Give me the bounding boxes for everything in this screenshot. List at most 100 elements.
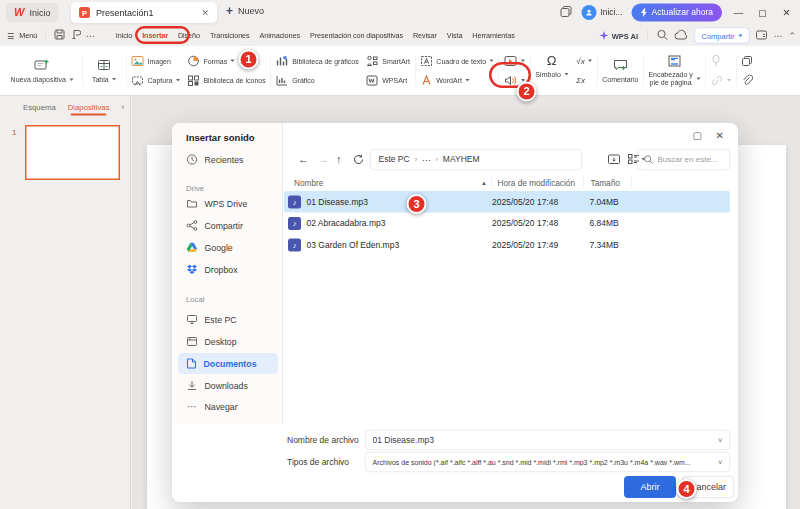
file-row-abracadabra[interactable]: ♪02 Abracadabra.mp3 2025/05/20 17:48 6.8…: [284, 213, 730, 235]
chart-library-button[interactable]: Biblioteca de gráficos: [276, 53, 359, 68]
menu-inicio[interactable]: Inicio: [116, 32, 132, 40]
sidebar-dropbox[interactable]: Dropbox: [178, 259, 278, 280]
link-button[interactable]: [710, 73, 731, 88]
breadcrumb-separator: ›: [436, 156, 438, 164]
mp3-file-icon: ♪: [288, 217, 301, 230]
table-button[interactable]: Tabla: [92, 58, 116, 83]
sidebar-compartir[interactable]: Compartir: [178, 215, 278, 236]
menu-herramientas[interactable]: Herramientas: [472, 32, 514, 40]
breadcrumb[interactable]: Este PC › ⋯ › MAYHEM: [370, 149, 582, 170]
more-icon[interactable]: ⋯: [86, 30, 95, 41]
breadcrumb-ellipsis[interactable]: ⋯: [422, 154, 431, 165]
refresh-icon[interactable]: [353, 154, 364, 168]
column-modificacion[interactable]: Hora de modificación: [492, 178, 584, 188]
wpsart-button[interactable]: WPSArt: [366, 73, 410, 88]
column-nombre[interactable]: Nombre: [294, 178, 481, 188]
copy-button[interactable]: [741, 53, 754, 68]
menu-vista[interactable]: Vista: [447, 32, 462, 40]
breadcrumb-este-pc[interactable]: Este PC: [379, 155, 410, 165]
text-box-button[interactable]: Cuadro de texto: [420, 53, 494, 68]
up-icon[interactable]: ↑: [336, 153, 342, 166]
google-drive-icon: [186, 242, 198, 253]
chevron-down-icon: ˅: [718, 436, 722, 445]
hamburger-menu-icon[interactable]: ☰: [7, 31, 14, 41]
file-name-label: Nombre de archivo: [287, 435, 359, 445]
table-label: Tabla: [92, 75, 109, 83]
sidebar-downloads[interactable]: Downloads: [178, 375, 278, 396]
attachment-button[interactable]: [741, 73, 754, 88]
wpsart-icon: [366, 74, 379, 86]
menu-button[interactable]: Menú: [19, 32, 37, 40]
close-button[interactable]: ✕: [779, 7, 794, 19]
icon-library-button[interactable]: Biblioteca de iconos: [187, 73, 266, 88]
menu-presentacion[interactable]: Presentación con diapositivas: [310, 32, 403, 40]
titlebar: W Inicio P Presentación1 ✕ + Nuevo Inici…: [0, 0, 800, 25]
menu-transiciones[interactable]: Transiciones: [210, 32, 250, 40]
sidebar-google[interactable]: Google: [178, 237, 278, 258]
menu-animaciones[interactable]: Animaciones: [260, 32, 300, 40]
equation-sigma-button[interactable]: Σx: [576, 73, 592, 88]
sidebar-documentos[interactable]: Documentos: [178, 353, 278, 374]
search-input[interactable]: Buscar en este...: [637, 149, 730, 170]
sidebar-recientes[interactable]: Recientes: [178, 149, 278, 170]
update-now-label: Actualizar ahora: [652, 8, 713, 18]
forward-icon[interactable]: →: [318, 153, 329, 166]
sidebar-downloads-label: Downloads: [205, 380, 248, 391]
save-icon[interactable]: [54, 29, 65, 43]
wps-ai-button[interactable]: WPS AI: [599, 31, 638, 41]
document-tab[interactable]: P Presentación1 ✕: [71, 2, 217, 23]
sidebar-wps-drive[interactable]: WPS Drive: [178, 193, 278, 214]
copy-icon: [741, 55, 754, 67]
wordart-button[interactable]: WordArt: [420, 73, 494, 88]
back-icon[interactable]: ←: [298, 153, 309, 166]
tab-close-icon[interactable]: ✕: [201, 7, 209, 18]
sidebar-navegar[interactable]: ⋯ Navegar: [178, 396, 278, 417]
tab-diapositivas[interactable]: Diapositivas: [68, 103, 110, 112]
file-name: 01 Disease.mp3: [307, 197, 368, 207]
tab-list-icon[interactable]: [559, 5, 572, 20]
capture-icon: [131, 74, 144, 86]
sidebar-desktop[interactable]: Desktop: [178, 331, 278, 352]
symbol-button[interactable]: Ω Símbolo: [535, 53, 568, 88]
collapse-panel-icon[interactable]: ‹: [122, 102, 125, 112]
comment-button[interactable]: Comentario: [602, 58, 638, 83]
file-name-input[interactable]: 01 Disease.mp3 ˅: [365, 430, 730, 450]
smartart-button[interactable]: SmartArt: [366, 53, 410, 68]
more-toolbar-icon[interactable]: ⋯: [773, 30, 782, 41]
header-footer-button[interactable]: Encabezado ypie de página: [648, 54, 700, 86]
file-row-garden[interactable]: ♪03 Garden Of Eden.mp3 2025/05/20 17:49 …: [284, 234, 730, 256]
capture-button[interactable]: Captura: [131, 73, 180, 88]
update-now-button[interactable]: Actualizar ahora: [632, 4, 722, 22]
new-document-button[interactable]: + Nuevo: [226, 5, 264, 17]
new-folder-icon[interactable]: [607, 153, 621, 167]
image-button[interactable]: Imagen: [131, 53, 180, 68]
tab-esquema[interactable]: Esquema: [23, 103, 56, 112]
dialog-close-icon[interactable]: ✕: [716, 129, 724, 141]
column-tamano[interactable]: Tamaño: [584, 178, 632, 188]
chart-library-label: Biblioteca de gráficos: [292, 57, 359, 65]
header-footer-icon: [667, 54, 682, 67]
cloud-sync-icon[interactable]: [675, 29, 689, 42]
new-slide-button[interactable]: Nueva diapositiva: [11, 58, 74, 84]
window-layout-icon[interactable]: [755, 29, 767, 43]
collapse-ribbon-icon[interactable]: ⌃: [788, 30, 796, 41]
open-button[interactable]: Abrir: [624, 476, 676, 498]
sidebar-este-pc[interactable]: Este PC: [178, 309, 278, 330]
account-button[interactable]: Inici...: [581, 5, 622, 20]
print-icon[interactable]: [70, 29, 81, 43]
minimize-button[interactable]: —: [731, 7, 746, 18]
file-row-disease[interactable]: ♪01 Disease.mp3 2025/05/20 17:48 7.04MB: [284, 191, 730, 213]
equation-button[interactable]: √x: [576, 53, 592, 68]
home-tab[interactable]: W Inicio: [6, 3, 58, 22]
breadcrumb-mayhem[interactable]: MAYHEM: [443, 155, 480, 165]
chart-button[interactable]: Gráfico: [276, 73, 359, 88]
slide-thumbnail[interactable]: [25, 125, 120, 180]
search-icon[interactable]: [657, 29, 669, 43]
share-button[interactable]: Compartir: [695, 28, 750, 44]
dialog-maximize-icon[interactable]: ▢: [693, 129, 702, 141]
mp3-file-icon: ♪: [288, 195, 301, 208]
file-type-select[interactable]: Archivos de sonido (*.aif *.aifc *.aiff …: [365, 452, 730, 472]
pin-button[interactable]: [710, 53, 731, 68]
maximize-button[interactable]: ▢: [755, 7, 770, 19]
menu-revisar[interactable]: Revisar: [413, 32, 437, 40]
